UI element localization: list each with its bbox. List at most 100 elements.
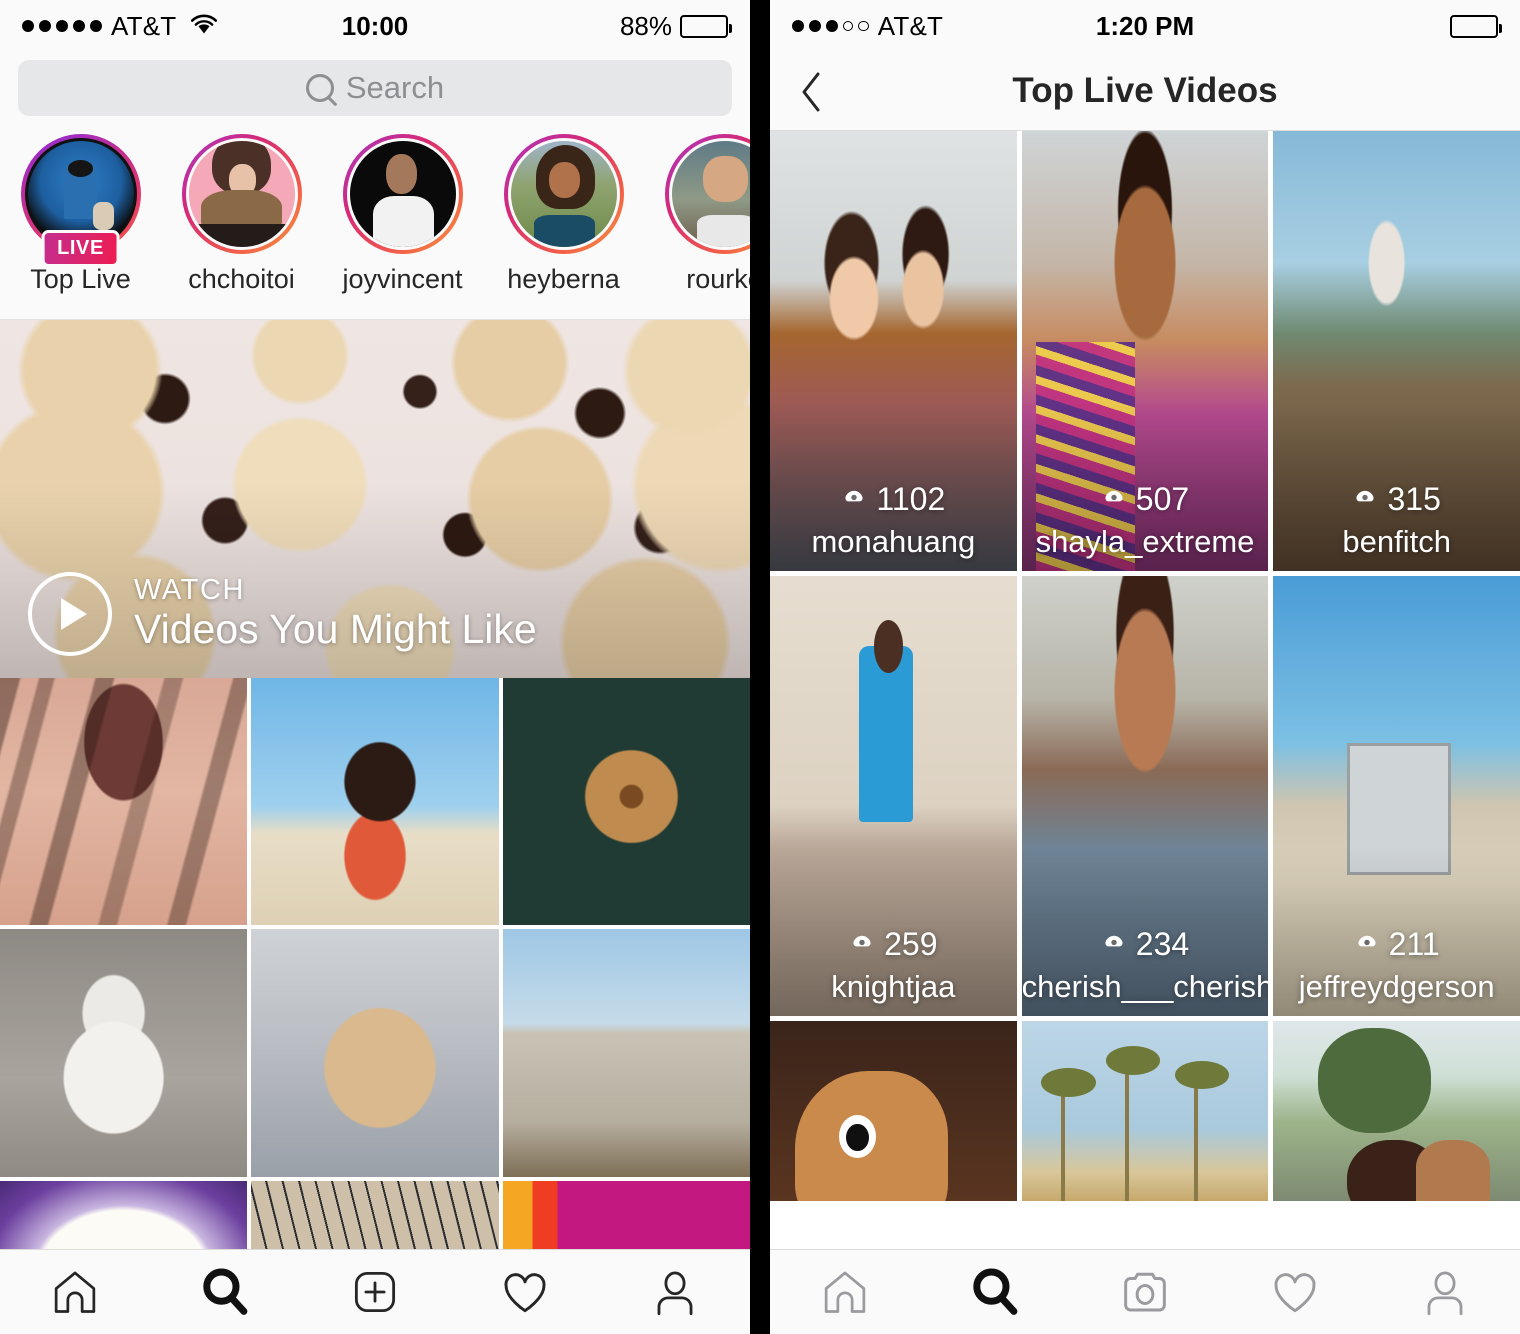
stories-tray[interactable]: LIVE Top Live chchoitoi joyvincent heybe…: [0, 128, 750, 320]
tab-profile[interactable]: [600, 1250, 750, 1334]
profile-icon: [657, 1271, 693, 1316]
wifi-icon: [189, 11, 219, 42]
story-item-3[interactable]: heyberna: [483, 134, 644, 295]
viewer-count: 211: [1273, 928, 1520, 960]
tab-activity[interactable]: [450, 1250, 600, 1334]
live-video-cell[interactable]: 259 knightjaa: [770, 576, 1017, 1016]
live-username: cherish___cherish: [1021, 969, 1269, 1004]
explore-cell[interactable]: [251, 678, 499, 926]
signal-dots-icon: [22, 20, 102, 32]
explore-cell[interactable]: [0, 1180, 248, 1257]
banner-title: Videos You Might Like: [134, 605, 537, 652]
live-username: jeffreydgerson: [1298, 969, 1495, 1004]
explore-grid: [0, 678, 750, 1257]
live-video-cell[interactable]: 211 jeffreydgerson: [1273, 576, 1520, 1016]
search-icon: [973, 1268, 1018, 1315]
search-bar-container: Search: [0, 52, 750, 128]
status-right-group: [1450, 14, 1502, 38]
home-icon: [824, 1271, 866, 1313]
live-badge: LIVE: [41, 230, 120, 267]
explore-cell[interactable]: [251, 929, 499, 1177]
videos-you-might-like-banner[interactable]: WATCH Videos You Might Like: [0, 320, 750, 678]
viewer-count-label: 211: [1388, 926, 1440, 962]
explore-cell[interactable]: [251, 1180, 499, 1257]
explore-cell[interactable]: [502, 929, 750, 1177]
explore-cell[interactable]: [502, 1180, 750, 1257]
live-video-cell[interactable]: [770, 1021, 1017, 1201]
viewer-count: 259: [770, 928, 1017, 960]
viewer-count-label: 507: [1135, 481, 1190, 517]
tab-camera[interactable]: [1070, 1250, 1220, 1334]
heart-icon: [504, 1273, 546, 1313]
viewer-count-label: 234: [1135, 926, 1190, 962]
page-title: Top Live Videos: [1012, 71, 1278, 110]
tab-profile[interactable]: [1370, 1250, 1520, 1334]
live-video-cell[interactable]: 315 benfitch: [1273, 131, 1520, 571]
story-avatar: [346, 138, 459, 250]
explore-cell[interactable]: [502, 678, 750, 926]
story-item-top-live[interactable]: LIVE Top Live: [0, 134, 161, 295]
story-username: rourke: [686, 264, 750, 294]
live-username: monahuang: [811, 524, 976, 559]
live-video-meta: 234 cherish___cherish: [1022, 928, 1269, 1002]
viewer-count-label: 315: [1387, 481, 1441, 517]
tab-bar-right[interactable]: [770, 1249, 1520, 1334]
banner-text-group: WATCH Videos You Might Like: [28, 572, 537, 656]
story-ring: [503, 134, 624, 254]
tab-home[interactable]: [770, 1250, 920, 1334]
live-username: knightjaa: [831, 969, 956, 1004]
battery-icon: [680, 14, 732, 38]
tab-new-post[interactable]: [300, 1250, 450, 1334]
explore-cell[interactable]: [0, 678, 248, 926]
tab-activity[interactable]: [1220, 1250, 1370, 1334]
live-video-cell[interactable]: [1021, 1021, 1269, 1201]
tab-home[interactable]: [0, 1250, 150, 1334]
live-video-cell[interactable]: 234 cherish___cherish: [1021, 576, 1269, 1016]
status-bar-right: AT&T 1:20 PM: [770, 0, 1520, 52]
live-video-cell[interactable]: 507 shayla_extreme: [1021, 131, 1269, 571]
battery-icon: [1450, 14, 1502, 38]
live-video-cell[interactable]: 1102 monahuang: [770, 131, 1017, 571]
top-live-videos-screen: AT&T 1:20 PM Top Live Videos 1102 monahu…: [770, 0, 1520, 1334]
profile-icon: [1427, 1271, 1463, 1316]
live-video-meta: 211 jeffreydgerson: [1273, 928, 1520, 1002]
viewer-eye-icon: [849, 931, 875, 957]
search-input[interactable]: Search: [18, 60, 732, 116]
story-item-4[interactable]: rourke: [644, 134, 750, 295]
story-ring: [342, 134, 463, 254]
story-ring: [181, 134, 302, 254]
story-avatar: [185, 138, 298, 250]
story-item-2[interactable]: joyvincent: [322, 134, 483, 295]
viewer-count: 234: [1022, 928, 1269, 960]
carrier-label: AT&T: [877, 10, 944, 41]
explore-cell[interactable]: [0, 929, 248, 1177]
viewer-count: 507: [1022, 483, 1269, 515]
story-username: heyberna: [507, 264, 620, 294]
viewer-eye-icon: [1352, 486, 1378, 512]
viewer-count-label: 259: [884, 926, 938, 962]
tab-search[interactable]: [920, 1250, 1070, 1334]
carrier-label: AT&T: [111, 10, 177, 41]
tab-bar-left[interactable]: [0, 1249, 750, 1334]
search-icon: [305, 74, 334, 102]
live-video-meta: 315 benfitch: [1273, 483, 1520, 557]
tab-search[interactable]: [150, 1250, 300, 1334]
play-icon[interactable]: [28, 572, 112, 656]
story-avatar: [668, 138, 750, 250]
status-left-group: AT&T: [792, 11, 943, 42]
status-bar-left: AT&T 10:00 88%: [0, 0, 750, 52]
heart-icon: [1274, 1273, 1316, 1313]
live-video-cell[interactable]: [1273, 1021, 1520, 1201]
viewer-eye-icon: [1101, 486, 1127, 512]
signal-dots-icon: [792, 20, 869, 32]
story-item-1[interactable]: chchoitoi: [161, 134, 322, 295]
viewer-count: 1102: [770, 483, 1017, 515]
live-videos-grid: 1102 monahuang 507 shayla_extreme 315 be…: [770, 131, 1520, 1201]
viewer-eye-icon: [841, 486, 867, 512]
battery-percent-label: 88%: [619, 10, 672, 41]
story-ring: [664, 134, 750, 254]
story-username: joyvincent: [342, 264, 463, 294]
story-username: chchoitoi: [188, 264, 295, 294]
nav-bar: Top Live Videos: [770, 52, 1520, 131]
panel-divider: [750, 0, 770, 1334]
